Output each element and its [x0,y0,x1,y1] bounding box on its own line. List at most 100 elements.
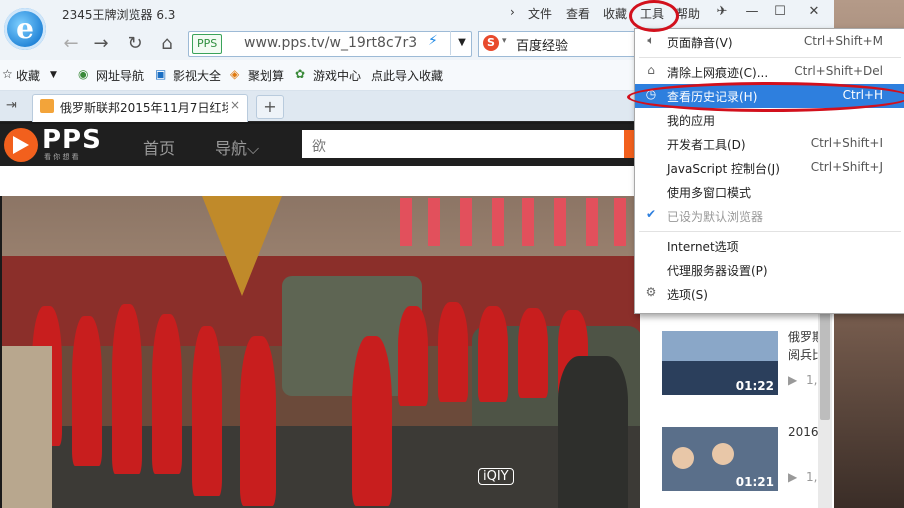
play-count-icon: ▶ [788,470,798,484]
menu-item-js-console[interactable]: JavaScript 控制台(J) Ctrl+Shift+J [635,156,904,180]
flag [460,198,472,246]
flag [522,198,534,246]
site-search-text[interactable]: 欲 [312,136,326,156]
video-player[interactable] [2,196,640,508]
home-button[interactable]: ⌂ [154,32,180,56]
site-nav-guide[interactable]: 导航⌵ [215,135,259,159]
chevron-down-icon[interactable]: ▼ [50,70,57,80]
video-duration: 01:21 [735,475,774,489]
related-title[interactable]: 2016 [788,425,819,439]
spectator [2,346,52,508]
taobao-icon: ◈ [230,67,240,81]
menu-item-internet-options[interactable]: Internet选项 [635,234,904,258]
related-thumbnail[interactable]: 01:22 [662,331,778,395]
menu-help[interactable]: 帮助 [676,5,700,22]
flag [400,198,412,246]
menu-item-devtools[interactable]: 开发者工具(D) Ctrl+Shift+I [635,132,904,156]
site-logo-text[interactable]: PPS [42,125,102,155]
checkmark-icon: ✔ [645,207,657,221]
eraser-icon: ⌂ [647,63,655,77]
pps-logo-icon[interactable] [4,128,38,162]
address-dropdown-icon[interactable]: ▼ [450,31,473,55]
gamepad-icon: ✿ [295,67,306,81]
soldier [192,326,222,496]
menu-item-default-browser: ✔ 已设为默认浏览器 [635,204,904,228]
menu-item-options[interactable]: ⚙ 选项(S) [635,282,904,306]
refresh-button[interactable]: ↻ [122,32,148,56]
window-title: 2345王牌浏览器 6.3 [62,8,176,22]
thumb-face [672,447,694,469]
soldier [478,306,508,402]
flag [586,198,598,246]
menu-item-clear-history[interactable]: ⌂ 清除上网痕迹(C)... Ctrl+Shift+Del [635,60,904,84]
new-tab-button[interactable]: + [256,95,284,119]
gear-icon: ⚙ [645,285,657,299]
favorites-menu[interactable]: 收藏 [16,67,40,84]
play-count-icon: ▶ [788,373,798,387]
video-duration: 01:22 [735,379,774,393]
star-icon: ☆ [2,67,13,81]
chevron-down-icon[interactable]: ▾ [502,36,507,46]
bookmark-movies[interactable]: 影视大全 [173,67,221,84]
video-watermark: iQIY [478,468,514,485]
skin-icon[interactable]: ✈ [708,2,736,22]
soldier [112,304,142,474]
soldier [352,336,392,506]
bookmark-import[interactable]: 点此导入收藏 [371,67,443,84]
menu-item-multi-window[interactable]: 使用多窗口模式 [635,180,904,204]
film-icon: ▣ [155,67,167,81]
search-engine-icon[interactable]: S [483,35,499,51]
soldier [240,336,276,506]
play-count: 1, [806,470,818,484]
forward-button[interactable]: → [88,32,114,56]
flag [614,198,626,246]
soldier [438,302,468,402]
bookmark-juhuasuan[interactable]: 聚划算 [248,67,284,84]
thumb-face [712,443,734,465]
tools-menu: 🔈︎ 页面静音(V) Ctrl+Shift+M ⌂ 清除上网痕迹(C)... C… [634,28,904,314]
minimize-button[interactable]: — [738,2,766,22]
menu-view[interactable]: 查看 [566,5,590,22]
soldier [152,314,182,474]
site-search-input[interactable] [302,130,626,158]
menu-favorites[interactable]: 收藏 [603,5,627,22]
globe-icon: ◉ [78,67,89,81]
tab-favicon-icon [40,99,54,113]
browser-logo-icon[interactable]: e [4,8,46,50]
search-input[interactable]: 百度经验 [516,35,568,54]
speaker-icon: 🔈︎ [647,33,655,47]
soldier [398,306,428,406]
related-thumbnail[interactable]: 01:21 [662,427,778,491]
menu-item-proxy[interactable]: 代理服务器设置(P) [635,258,904,282]
menu-separator [639,231,901,232]
secure-badge: PPS [192,34,223,54]
lightning-icon[interactable]: ⚡ [428,33,438,49]
menu-file[interactable]: 文件 [528,5,552,22]
site-slogan: 看 你 想 看 [44,153,79,161]
close-button[interactable]: ✕ [800,2,828,22]
menu-separator [639,57,901,58]
tab-title[interactable]: 俄罗斯联邦2015年11月7日红场 [60,99,228,116]
scrollbar-thumb[interactable] [820,306,830,420]
annotation-circle [627,82,904,112]
play-count: 1, [806,373,818,387]
back-button[interactable]: ← [58,32,84,56]
soldier [518,308,548,398]
bookmark-url-nav[interactable]: 网址导航 [96,67,144,84]
chevron-right-icon[interactable]: › [510,5,515,19]
spectator [558,356,628,508]
content-strip [0,166,640,196]
menu-item-mute[interactable]: 🔈︎ 页面静音(V) Ctrl+Shift+M [635,30,904,54]
soldier [72,316,102,466]
flag [554,198,566,246]
tab-close-icon[interactable]: × [230,98,240,112]
flag [492,198,504,246]
bookmark-games[interactable]: 游戏中心 [313,67,361,84]
site-nav-home[interactable]: 首页 [143,135,175,159]
annotation-circle [629,0,679,32]
thumb-sky [662,331,778,361]
sidebar-toggle-icon[interactable]: ⇥ [6,98,17,113]
flag [428,198,440,246]
url-text[interactable]: www.pps.tv/w_19rt8c7r3 [244,35,424,51]
maximize-button[interactable]: ☐ [766,2,794,22]
